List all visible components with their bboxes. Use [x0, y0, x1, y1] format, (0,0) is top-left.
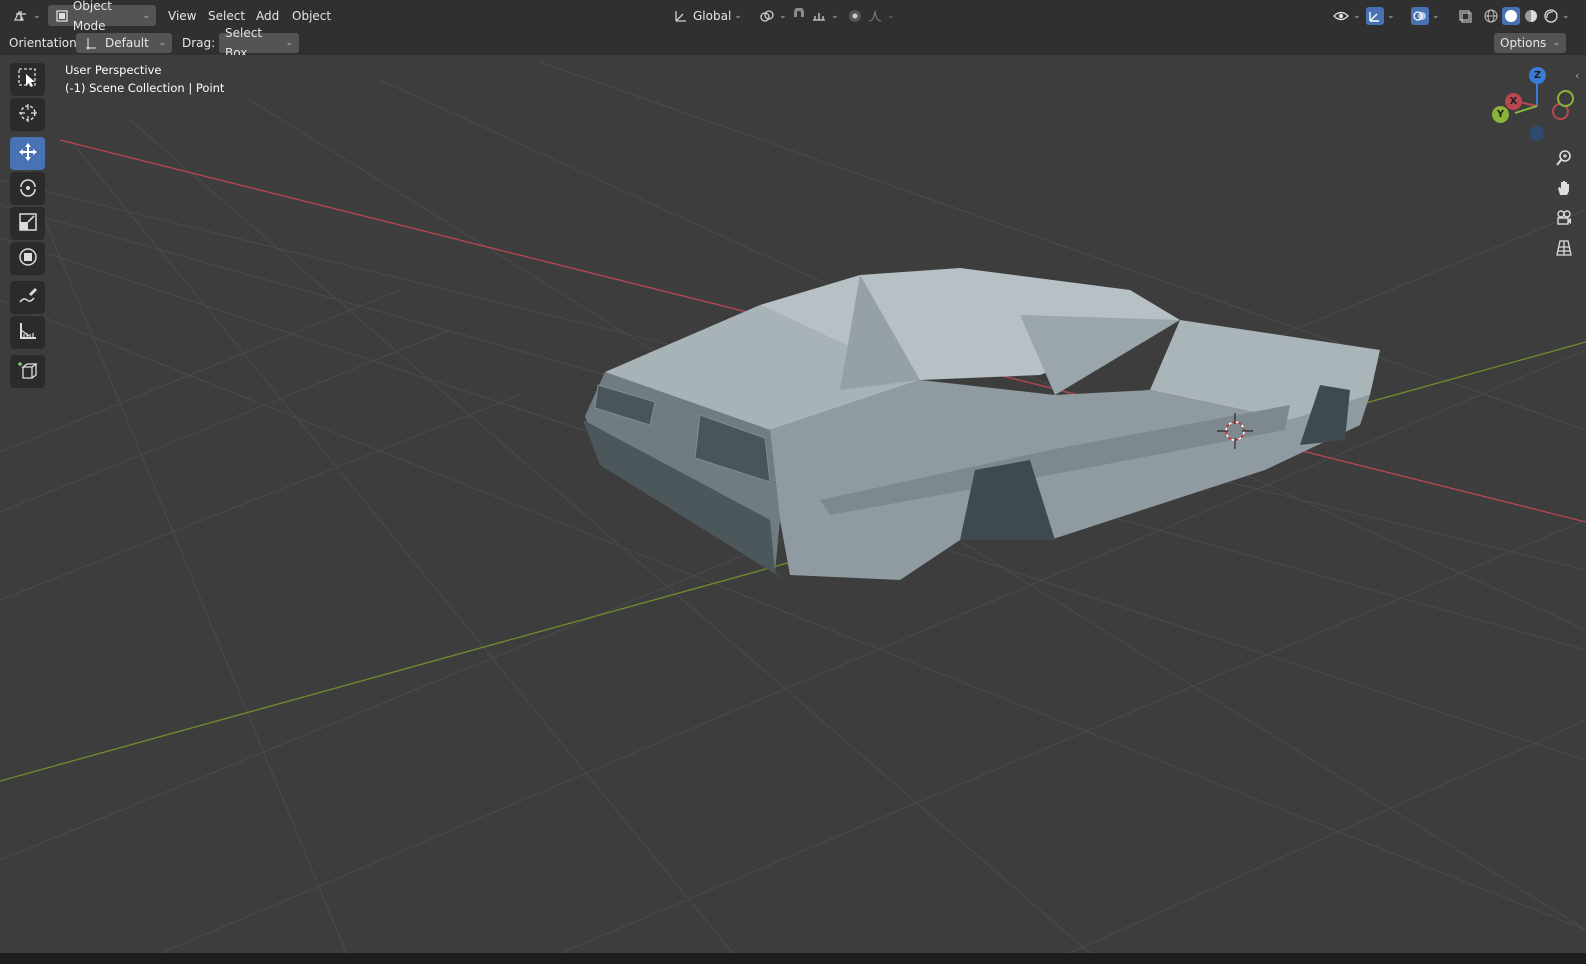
chevron-down-icon: ⌄: [779, 11, 787, 21]
rotate-icon: [17, 176, 39, 201]
drag-dropdown[interactable]: Select Box ⌄: [219, 26, 299, 60]
mode-selector[interactable]: Object Mode ⌄: [48, 0, 156, 33]
zoom-icon[interactable]: [1551, 145, 1577, 171]
collection-info: (-1) Scene Collection | Point: [65, 81, 225, 95]
editor-type-dropdown[interactable]: ⌄: [12, 6, 41, 26]
gizmo-icon: [1366, 7, 1384, 25]
menu-view[interactable]: View: [168, 6, 196, 26]
tool-transform[interactable]: [10, 242, 45, 275]
orientation-label: Global: [693, 9, 732, 23]
snap-increment-icon: [810, 7, 828, 25]
solid-icon[interactable]: [1502, 7, 1520, 25]
xray-toggle[interactable]: [1456, 6, 1474, 26]
proportional-edit-icon: [846, 7, 864, 25]
add-cube-icon: [17, 359, 39, 384]
object-mode-icon: [54, 7, 70, 25]
overlay-icon: [1411, 7, 1429, 25]
orientation-label: Orientation:: [9, 36, 81, 50]
move-icon: [17, 141, 39, 166]
gizmo-neg-z-axis[interactable]: [1529, 126, 1544, 141]
gizmo-x-axis[interactable]: X: [1505, 93, 1522, 110]
transform-axes-icon: [82, 34, 100, 52]
menu-object[interactable]: Object: [292, 6, 331, 26]
chevron-down-icon[interactable]: ⌄: [1562, 6, 1570, 26]
scale-icon: [17, 211, 39, 236]
chevron-down-icon: ⌄: [285, 38, 293, 48]
chevron-down-icon: ⌄: [1432, 11, 1440, 21]
measure-icon: [17, 320, 39, 345]
tool-cursor[interactable]: [10, 98, 45, 131]
material-icon[interactable]: [1522, 7, 1540, 25]
tool-annotate[interactable]: [10, 281, 45, 314]
chevron-down-icon: ⌄: [158, 38, 166, 48]
chevron-down-icon: ⌄: [1387, 11, 1395, 21]
falloff-dropdown[interactable]: ⌄: [866, 6, 895, 26]
grid-perspective-icon[interactable]: [1551, 235, 1577, 261]
annotate-icon: [17, 285, 39, 310]
gizmo-z-axis[interactable]: Z: [1529, 67, 1546, 84]
select-box-icon: [17, 67, 39, 92]
tool-add-cube[interactable]: [10, 355, 45, 388]
falloff-curve-icon: [866, 7, 884, 25]
tool-settings-bar: Orientation: Default ⌄ Drag: Select Box …: [0, 26, 1586, 60]
tool-select-box[interactable]: [10, 63, 45, 96]
camera-icon[interactable]: [1551, 205, 1577, 231]
proportional-edit-toggle[interactable]: [846, 6, 864, 26]
shading-mode-group: ⌄: [1482, 6, 1570, 26]
navigation-gizmo[interactable]: Z X Y: [1492, 67, 1578, 145]
gizmo-toggle[interactable]: ⌄: [1366, 6, 1395, 26]
gizmo-y-axis[interactable]: Y: [1492, 106, 1509, 123]
3d-viewport[interactable]: User Perspective (-1) Scene Collection |…: [0, 55, 1586, 964]
tool-move[interactable]: [10, 137, 45, 170]
chevron-down-icon: ⌄: [33, 11, 41, 21]
chevron-down-icon: ⌄: [142, 10, 150, 21]
orientation-axes-icon: [672, 7, 690, 25]
chevron-down-icon: ⌄: [1353, 11, 1361, 21]
snap-toggle[interactable]: [790, 6, 808, 26]
pivot-point-dropdown[interactable]: ⌄: [758, 6, 787, 26]
orientation-dropdown[interactable]: Default ⌄: [76, 33, 172, 53]
tool-scale[interactable]: [10, 207, 45, 240]
chevron-down-icon: ⌄: [887, 11, 895, 21]
chevron-down-icon: ⌄: [1552, 38, 1560, 48]
pan-hand-icon[interactable]: [1551, 175, 1577, 201]
wireframe-icon[interactable]: [1482, 7, 1500, 25]
options-dropdown[interactable]: Options ⌄: [1494, 33, 1566, 53]
window-border: [0, 953, 1586, 964]
transform-icon: [17, 246, 39, 271]
drag-label: Drag:: [182, 36, 216, 50]
cursor-icon: [17, 102, 39, 127]
chevron-down-icon: ⌄: [734, 11, 742, 21]
tool-rotate[interactable]: [10, 172, 45, 205]
object-visibility-dropdown[interactable]: ⌄: [1332, 6, 1361, 26]
rendered-icon[interactable]: [1542, 7, 1560, 25]
eye-icon: [1332, 7, 1350, 25]
pivot-point-icon: [758, 7, 776, 25]
editor-type-icon: [12, 7, 30, 25]
options-label: Options: [1500, 36, 1547, 50]
snap-magnet-icon: [790, 7, 808, 25]
car-mesh[interactable]: [583, 268, 1380, 580]
tool-measure[interactable]: [10, 316, 45, 349]
transform-orientation-dropdown[interactable]: Global ⌄: [672, 6, 742, 26]
chevron-down-icon: ⌄: [831, 11, 839, 21]
snap-target-dropdown[interactable]: ⌄: [810, 6, 839, 26]
xray-icon: [1456, 7, 1474, 25]
gizmo-neg-y-axis[interactable]: [1557, 90, 1574, 107]
orientation-value: Default: [105, 36, 149, 50]
scene-canvas: [0, 61, 1586, 963]
view-name: User Perspective: [65, 63, 162, 77]
overlay-toggle[interactable]: ⌄: [1411, 6, 1440, 26]
